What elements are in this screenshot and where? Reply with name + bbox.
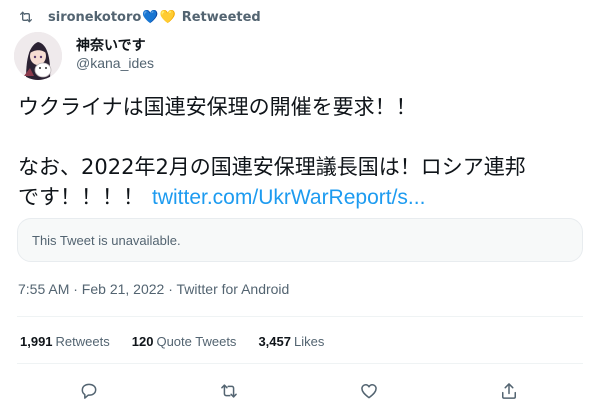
tweet-link[interactable]: twitter.com/UkrWarReport/s... bbox=[152, 186, 425, 209]
quoted-tweet-unavailable: This Tweet is unavailable. bbox=[17, 218, 583, 262]
tweet-actions bbox=[78, 380, 518, 402]
reply-icon bbox=[81, 383, 97, 399]
tweet-timestamp[interactable]: 7:55 AM · Feb 21, 2022 · Twitter for And… bbox=[18, 281, 289, 297]
blue-heart-icon: 💙 bbox=[142, 9, 159, 25]
tweet-line-with-link: です！！！！ twitter.com/UkrWarReport/s... bbox=[18, 182, 583, 213]
retweets-label: Retweets bbox=[55, 334, 110, 349]
tweet-line: ウクライナは国連安保理の開催を要求！！ bbox=[18, 95, 417, 119]
retweet-icon bbox=[221, 384, 237, 398]
quote-tweets-stat[interactable]: 120 Quote Tweets bbox=[132, 334, 237, 349]
retweeted-header: sironekotoro 💙 💛 Retweeted bbox=[18, 7, 261, 27]
quote-unavailable-text: This Tweet is unavailable. bbox=[32, 232, 181, 248]
quote-tweets-count: 120 bbox=[131, 334, 154, 349]
anime-character-avatar-icon bbox=[14, 32, 62, 80]
yellow-heart-icon: 💛 bbox=[159, 9, 176, 25]
divider bbox=[17, 363, 583, 364]
share-icon bbox=[502, 383, 516, 399]
tweet-body: ウクライナは国連安保理の開催を要求！！ なお、2022年2月の国連安保理議長国は… bbox=[18, 92, 583, 213]
retweet-icon bbox=[20, 11, 32, 23]
likes-count: 3,457 bbox=[258, 334, 291, 349]
likes-label: Likes bbox=[293, 334, 325, 349]
author-display-name[interactable]: 神奈いです bbox=[76, 35, 146, 55]
tweet-line: です！！！！ bbox=[18, 185, 144, 209]
tweet-stats: 1,991 Retweets 120 Quote Tweets 3,457 Likes bbox=[20, 334, 346, 349]
tweet-line: なお、2022年2月の国連安保理議長国は！ロシア連邦 bbox=[18, 155, 526, 179]
avatar[interactable] bbox=[14, 32, 62, 80]
likes-stat[interactable]: 3,457 Likes bbox=[258, 334, 324, 349]
retweeted-label: Retweeted bbox=[181, 9, 261, 25]
retweets-count: 1,991 bbox=[20, 334, 53, 349]
retweet-button[interactable] bbox=[218, 380, 240, 402]
like-button[interactable] bbox=[358, 380, 380, 402]
reply-button[interactable] bbox=[78, 380, 100, 402]
share-button[interactable] bbox=[498, 380, 520, 402]
heart-icon bbox=[361, 384, 377, 399]
retweets-stat[interactable]: 1,991 Retweets bbox=[20, 334, 110, 349]
quote-tweets-label: Quote Tweets bbox=[156, 334, 237, 349]
retweeter-emoji-hearts: 💙 💛 bbox=[142, 10, 175, 25]
retweeter-name[interactable]: sironekotoro bbox=[48, 10, 141, 25]
divider bbox=[17, 316, 583, 317]
author-handle[interactable]: @kana_ides bbox=[76, 55, 154, 71]
